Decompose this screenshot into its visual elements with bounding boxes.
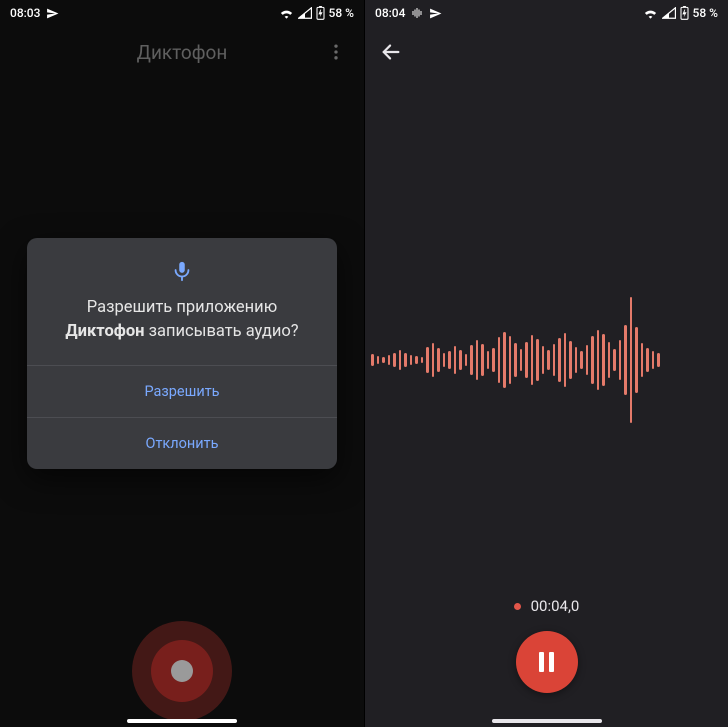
pause-icon [539, 652, 544, 672]
rec-dot-icon [514, 603, 521, 610]
signal-icon [662, 7, 676, 19]
dialog-message: Разрешить приложению Диктофон записывать… [47, 296, 317, 344]
back-button[interactable] [369, 30, 413, 74]
pause-button[interactable] [516, 631, 578, 693]
permission-dialog: Разрешить приложению Диктофон записывать… [27, 238, 337, 470]
timer: 00:04,0 [365, 597, 728, 615]
telegram-icon [429, 7, 442, 20]
allow-button[interactable]: Разрешить [27, 365, 337, 417]
dialog-scrim: Разрешить приложению Диктофон записывать… [0, 0, 364, 727]
waveform [365, 280, 728, 440]
battery-icon [680, 6, 689, 20]
recording-indicator-icon [411, 7, 423, 19]
status-bar: 08:04 58 % [365, 0, 728, 26]
record-dot-icon [171, 660, 193, 682]
home-indicator[interactable] [127, 719, 237, 723]
wifi-icon [643, 7, 658, 19]
deny-button[interactable]: Отклонить [27, 417, 337, 469]
mic-icon [47, 260, 317, 282]
timer-text: 00:04,0 [531, 597, 580, 615]
home-indicator[interactable] [492, 719, 602, 723]
screen-recording: 08:04 58 % 00:04,0 [364, 0, 728, 727]
status-time: 08:04 [375, 6, 405, 20]
status-battery: 58 % [693, 6, 718, 20]
record-button[interactable] [132, 621, 232, 721]
screen-permission: 08:03 58 % Диктофон [0, 0, 364, 727]
